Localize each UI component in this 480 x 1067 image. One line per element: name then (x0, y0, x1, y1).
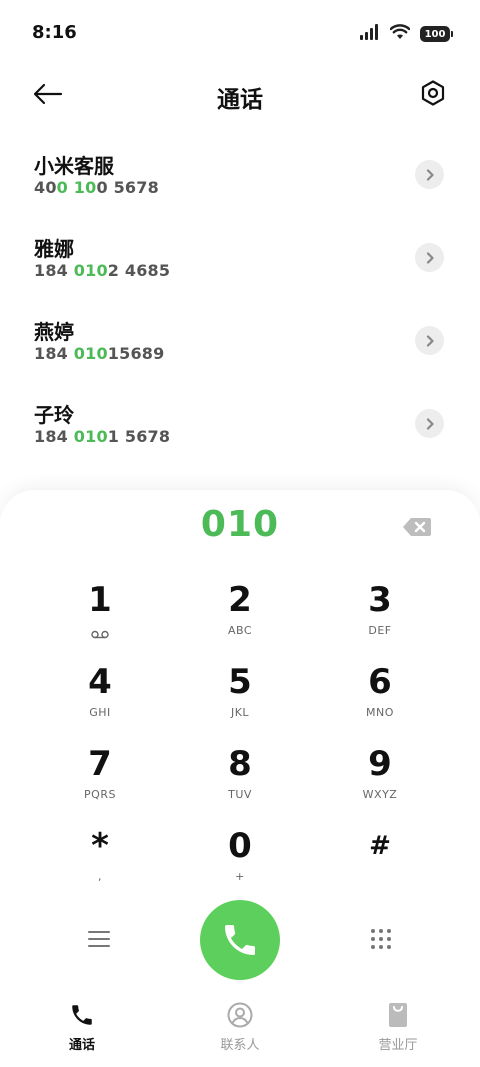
phone-icon (67, 1000, 97, 1030)
detail-button[interactable] (415, 409, 444, 438)
list-item[interactable]: 小米客服 400 100 5678 (0, 130, 480, 213)
key-digit: 3 (368, 580, 392, 620)
status-icons: 100 (360, 24, 453, 44)
list-item[interactable]: 子玲 184 0101 5678 (0, 379, 480, 462)
contact-results-list: 小米客服 400 100 5678 雅娜 184 0102 4685 燕婷 18… (0, 130, 480, 462)
nav-label: 通话 (68, 1038, 95, 1053)
call-button[interactable] (200, 900, 280, 980)
key-letters: JKL (230, 706, 250, 719)
page-title: 通话 (217, 87, 263, 113)
key-2[interactable]: 2 ABC (170, 580, 310, 660)
chevron-right-icon (426, 417, 434, 430)
contact-name: 雅娜 (34, 237, 74, 261)
contacts-icon (225, 1000, 255, 1030)
chevron-right-icon (426, 251, 434, 264)
key-0[interactable]: 0 + (170, 826, 310, 906)
dialpad-sheet: 010 1 2 ABC 3 DEF 4 GHI 5 JKL 6 MNO 7 PQ… (0, 490, 480, 990)
nav-label: 营业厅 (378, 1038, 418, 1053)
shopping-bag-icon (383, 1000, 413, 1030)
contact-name: 小米客服 (34, 154, 114, 178)
chevron-right-icon (426, 168, 434, 181)
contact-name: 燕婷 (34, 320, 74, 344)
key-letters: ABC (227, 624, 253, 637)
key-1[interactable]: 1 (30, 580, 170, 660)
key-digit: 6 (368, 662, 392, 702)
key-letters: PQRS (84, 788, 116, 801)
detail-button[interactable] (415, 160, 444, 189)
contact-number: 184 0101 5678 (34, 427, 171, 446)
key-letters: TUV (228, 788, 252, 801)
key-letters: + (235, 870, 245, 883)
key-6[interactable]: 6 MNO (310, 662, 450, 742)
key-letters: MNO (366, 706, 394, 719)
key-5[interactable]: 5 JKL (170, 662, 310, 742)
key-7[interactable]: 7 PQRS (30, 744, 170, 824)
key-hash[interactable]: # (310, 826, 450, 906)
call-row (0, 898, 480, 982)
menu-button[interactable] (84, 924, 114, 954)
key-digit: * (91, 826, 109, 866)
detail-button[interactable] (415, 326, 444, 355)
key-letters: DEF (368, 624, 392, 637)
chevron-right-icon (426, 334, 434, 347)
phone-icon (225, 925, 255, 955)
nav-service-hall[interactable]: 营业厅 (328, 1000, 468, 1060)
nav-label: 联系人 (220, 1038, 260, 1053)
voicemail-icon (91, 624, 109, 643)
keypad-toggle-button[interactable] (366, 924, 396, 954)
detail-button[interactable] (415, 243, 444, 272)
key-digit: 4 (88, 662, 112, 702)
nav-calls[interactable]: 通话 (12, 992, 152, 1066)
keypad-grid-icon (371, 929, 391, 949)
key-letters: , (98, 870, 102, 883)
backspace-button[interactable] (402, 516, 432, 538)
settings-button[interactable] (416, 76, 450, 110)
key-digit: 9 (368, 744, 392, 784)
nav-contacts[interactable]: 联系人 (170, 1000, 310, 1060)
key-digit: 5 (228, 662, 252, 702)
key-letters: GHI (89, 706, 111, 719)
contact-number: 184 01015689 (34, 344, 165, 363)
battery-level: 100 (424, 28, 446, 40)
key-digit: 7 (88, 744, 112, 784)
key-digit: 0 (228, 826, 252, 866)
header: 通话 (0, 64, 480, 124)
list-item[interactable]: 雅娜 184 0102 4685 (0, 213, 480, 296)
key-digit: # (369, 831, 391, 861)
key-digit: 2 (228, 580, 252, 620)
key-star[interactable]: * , (30, 826, 170, 906)
wifi-icon (389, 24, 411, 44)
key-3[interactable]: 3 DEF (310, 580, 450, 660)
settings-hexagon-icon (421, 80, 445, 106)
battery-icon: 100 (420, 26, 453, 42)
key-4[interactable]: 4 GHI (30, 662, 170, 742)
contact-number: 400 100 5678 (34, 178, 159, 197)
status-time: 8:16 (32, 22, 77, 43)
contact-name: 子玲 (34, 403, 74, 427)
list-item[interactable]: 燕婷 184 01015689 (0, 296, 480, 379)
key-digit: 8 (228, 744, 252, 784)
bottom-nav: 通话 联系人 营业厅 (0, 990, 480, 1067)
key-9[interactable]: 9 WXYZ (310, 744, 450, 824)
backspace-icon (403, 518, 431, 536)
contact-number: 184 0102 4685 (34, 261, 171, 280)
signal-icon (360, 24, 380, 44)
key-letters: WXYZ (362, 788, 398, 801)
menu-icon (88, 931, 110, 947)
key-digit: 1 (88, 580, 112, 620)
status-bar: 8:16 100 (0, 0, 480, 64)
key-8[interactable]: 8 TUV (170, 744, 310, 824)
